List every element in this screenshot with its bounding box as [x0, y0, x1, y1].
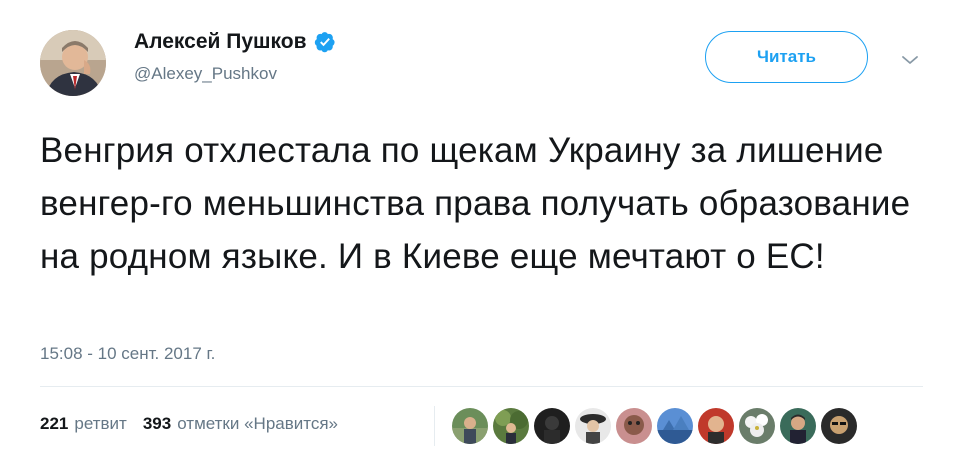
tweet-stats: 221 ретвит 393 отметки «Нравится»	[40, 414, 338, 434]
author-handle[interactable]: @Alexey_Pushkov	[134, 64, 277, 84]
author-avatar[interactable]	[40, 30, 106, 96]
liker-avatar[interactable]	[657, 408, 693, 444]
retweet-stat[interactable]: 221 ретвит	[40, 414, 127, 434]
liker-avatar[interactable]	[616, 408, 652, 444]
tweet-text: Венгрия отхлестала по щекам Украину за л…	[40, 131, 911, 276]
stats-separator	[434, 406, 435, 446]
tweet-timestamp[interactable]: 15:08 - 10 сент. 2017 г.	[40, 344, 215, 364]
retweet-count: 221	[40, 414, 69, 433]
liker-avatar[interactable]	[739, 408, 775, 444]
liker-avatar[interactable]	[452, 408, 488, 444]
verified-badge-icon	[314, 32, 335, 53]
liker-avatar[interactable]	[575, 408, 611, 444]
author-name-row[interactable]: Алексей Пушков	[134, 30, 336, 54]
author-display-name[interactable]: Алексей Пушков	[134, 30, 307, 54]
retweet-label: ретвит	[74, 414, 127, 433]
liker-avatar[interactable]	[821, 408, 857, 444]
liker-avatar[interactable]	[780, 408, 816, 444]
liker-avatar[interactable]	[493, 408, 529, 444]
chevron-down-icon[interactable]	[899, 52, 921, 68]
liker-avatar[interactable]	[534, 408, 570, 444]
liker-avatars	[452, 408, 857, 444]
liker-avatar[interactable]	[698, 408, 734, 444]
like-stat[interactable]: 393 отметки «Нравится»	[143, 414, 338, 434]
like-label: отметки «Нравится»	[177, 414, 339, 433]
follow-button[interactable]: Читать	[705, 31, 868, 83]
like-count: 393	[142, 414, 172, 433]
divider	[40, 386, 923, 387]
